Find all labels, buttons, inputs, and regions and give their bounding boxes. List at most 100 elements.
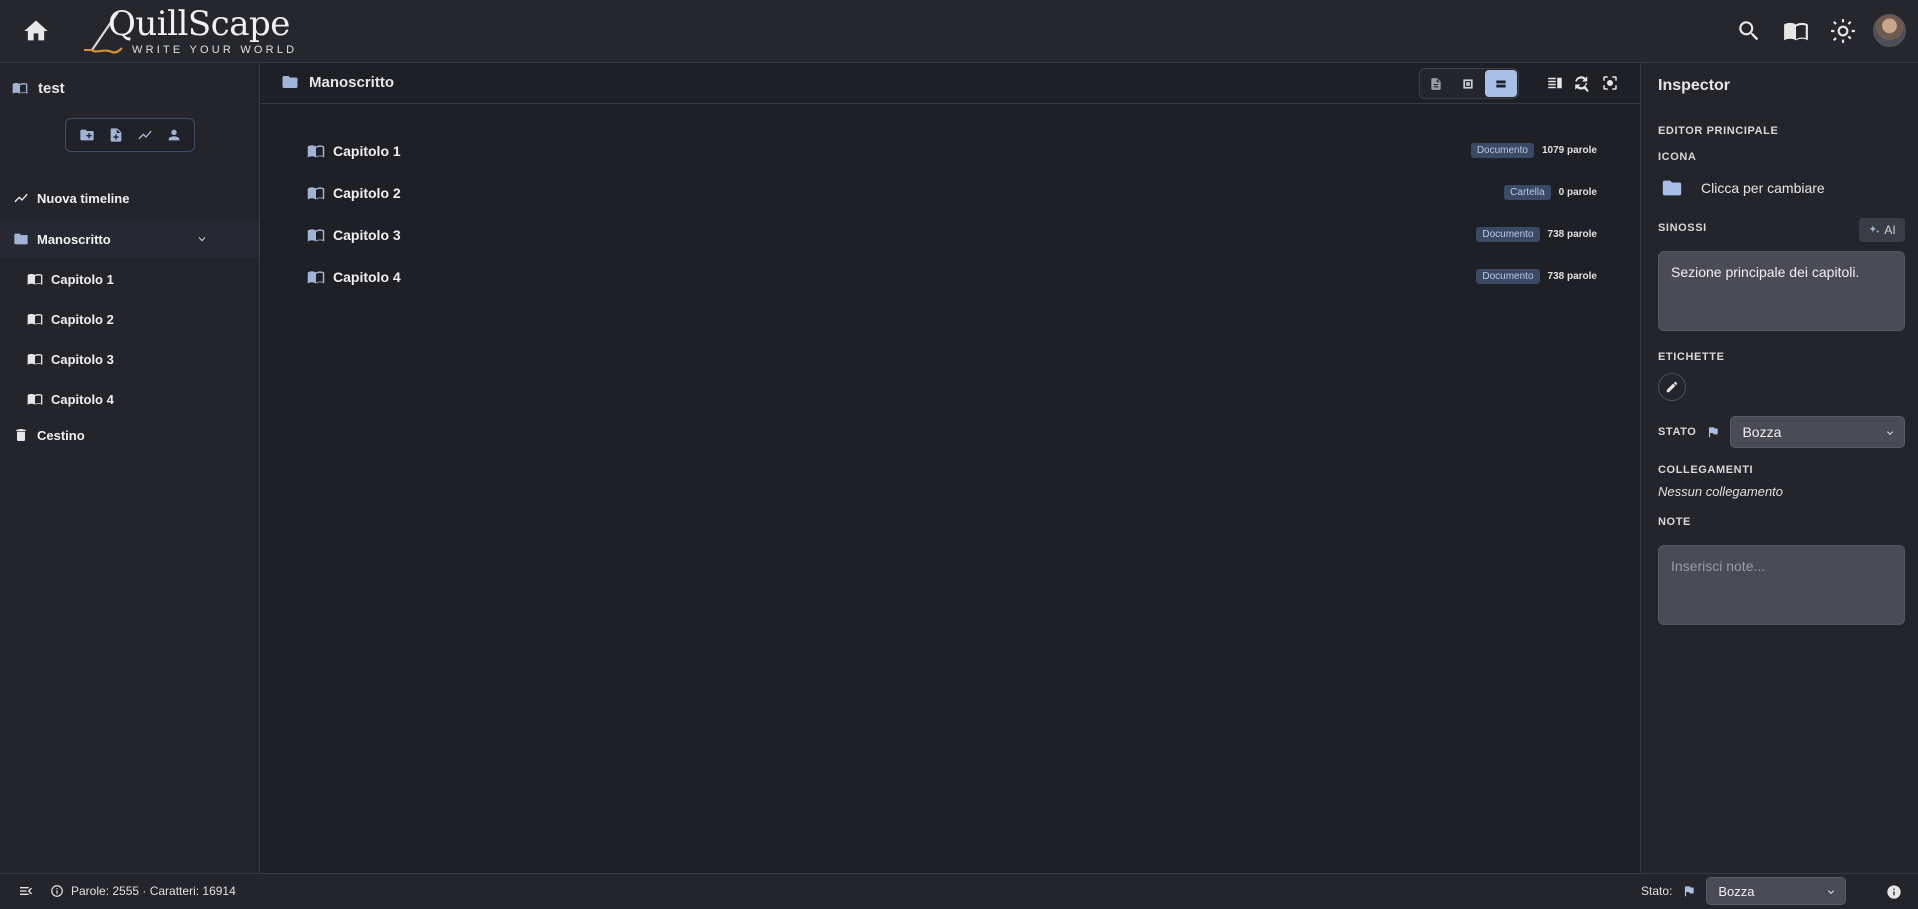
- sidebar-item-label: Manoscritto: [37, 231, 111, 247]
- trash-icon: [16, 429, 26, 441]
- icon-picker[interactable]: Clicca per cambiare: [1661, 177, 1825, 199]
- list-item[interactable]: Capitolo 4 Documento 738 parole: [307, 263, 1597, 291]
- collapse-sidebar-icon[interactable]: [18, 883, 34, 899]
- sidebar-item-manoscritto[interactable]: Manoscritto: [0, 220, 259, 258]
- sidebar-item-cestino[interactable]: Cestino: [0, 416, 259, 454]
- sidebar-item-label: Cestino: [37, 427, 85, 443]
- book-icon: [27, 274, 43, 285]
- sidebar-item-nuova-timeline[interactable]: Nuova timeline: [0, 179, 259, 217]
- chevron-down-icon: [1828, 890, 1835, 894]
- book-icon: [27, 394, 43, 405]
- document-title: Capitolo 3: [333, 227, 401, 243]
- type-badge: Cartella: [1504, 185, 1551, 200]
- word-count: 738 parole: [1547, 229, 1597, 240]
- notes-field[interactable]: Inserisci note...: [1658, 545, 1905, 625]
- focus-mode-icon[interactable]: [1601, 74, 1619, 92]
- ai-button-label: AI: [1884, 223, 1896, 237]
- footer-left: Parole: 2555 · Caratteri: 16914: [18, 883, 236, 899]
- notes-label: NOTE: [1658, 516, 1691, 528]
- project-title: test: [12, 77, 65, 99]
- status-select[interactable]: Bozza: [1730, 416, 1906, 448]
- sidebar-item-label: Capitolo 4: [51, 391, 114, 407]
- links-empty-text: Nessun collegamento: [1658, 484, 1784, 499]
- document-title: Capitolo 4: [333, 269, 401, 285]
- footer-status-label: Stato:: [1641, 884, 1673, 898]
- list-item[interactable]: Capitolo 3 Documento 738 parole: [307, 221, 1597, 249]
- sidebar-item-label: Nuova timeline: [37, 190, 130, 206]
- word-count: 0 parole: [1558, 187, 1597, 198]
- book-icon: [27, 314, 43, 325]
- document-title: Capitolo 1: [333, 143, 401, 159]
- synopsis-field[interactable]: Sezione principale dei capitoli.: [1658, 251, 1905, 331]
- inspector-panel: Inspector EDITOR PRINCIPALE ICONA Clicca…: [1640, 63, 1918, 873]
- icon-change-text: Clicca per cambiare: [1701, 180, 1825, 196]
- sidebar-toolbar: [65, 118, 195, 152]
- links-label: COLLEGAMENTI: [1658, 464, 1754, 476]
- type-badge: Documento: [1470, 143, 1534, 158]
- sun-icon[interactable]: [1830, 18, 1856, 44]
- chevron-down-icon[interactable]: [195, 232, 209, 246]
- list-item[interactable]: Capitolo 1 Documento 1079 parole: [307, 137, 1597, 165]
- logo-tagline: WRITE YOUR WORLD: [132, 44, 298, 56]
- book-icon: [12, 83, 28, 94]
- book-icon: [307, 229, 325, 242]
- footer-status-select[interactable]: Bozza: [1706, 877, 1847, 905]
- sidebar-item-label: Capitolo 3: [51, 351, 114, 367]
- project-title-text: test: [38, 79, 65, 97]
- main-panel: Manoscritto Capitolo 1 Documento 1079 pa…: [261, 63, 1640, 873]
- synopsis-label: SINOSSI: [1658, 222, 1707, 234]
- footer-status-value: Bozza: [1718, 883, 1755, 899]
- book-open-icon[interactable]: [1783, 18, 1809, 44]
- search-icon[interactable]: [1736, 18, 1762, 44]
- list-item[interactable]: Capitolo 2 Cartella 0 parole: [307, 179, 1597, 207]
- section-editor-label: EDITOR PRINCIPALE: [1658, 125, 1779, 137]
- timeline-icon[interactable]: [136, 126, 154, 144]
- person-icon[interactable]: [165, 126, 183, 144]
- sidebar-item-capitolo-3[interactable]: Capitolo 3: [0, 340, 259, 378]
- book-icon: [27, 354, 43, 365]
- info-icon[interactable]: [1886, 884, 1902, 900]
- edit-tags-button[interactable]: [1658, 373, 1686, 401]
- pencil-icon: [1666, 381, 1678, 393]
- status-label: STATO: [1658, 426, 1697, 438]
- status-select-value: Bozza: [1742, 424, 1782, 440]
- grid-view-icon[interactable]: [1452, 69, 1484, 98]
- chevron-down-icon: [1887, 431, 1894, 435]
- new-folder-icon[interactable]: [78, 126, 96, 144]
- logo-wordmark: QuillScape: [108, 4, 290, 44]
- folder-icon: [282, 76, 298, 88]
- type-badge: Documento: [1476, 269, 1540, 284]
- ai-button[interactable]: AI: [1859, 218, 1905, 242]
- sidebar-item-capitolo-2[interactable]: Capitolo 2: [0, 300, 259, 338]
- avatar[interactable]: [1873, 14, 1906, 47]
- sidebar-item-capitolo-1[interactable]: Capitolo 1: [0, 260, 259, 298]
- sidebar: test Nuova timeline Manoscritto Capitolo…: [0, 63, 260, 873]
- stats-text: Parole: 2555 · Caratteri: 16914: [71, 884, 236, 898]
- info-outline-icon: [51, 885, 63, 897]
- document-meta: Documento 1079 parole: [1470, 143, 1597, 158]
- book-icon: [307, 271, 325, 284]
- book-icon: [307, 187, 325, 200]
- sidebar-item-label: Capitolo 1: [51, 271, 114, 287]
- document-view-icon[interactable]: [1420, 69, 1452, 98]
- document-title: Capitolo 2: [333, 185, 401, 201]
- folder-icon: [1662, 180, 1682, 196]
- view-mode-toggle: [1419, 68, 1519, 99]
- app-logo[interactable]: QuillScape WRITE YOUR WORLD: [82, 4, 294, 58]
- sidebar-item-capitolo-4[interactable]: Capitolo 4: [0, 380, 259, 418]
- word-count: 738 parole: [1547, 271, 1597, 282]
- find-replace-icon[interactable]: [1573, 74, 1591, 92]
- top-bar: QuillScape WRITE YOUR WORLD: [0, 0, 1918, 63]
- icon-label: ICONA: [1658, 151, 1697, 163]
- inspector-title: Inspector: [1658, 77, 1731, 94]
- footer-status: Stato: Bozza: [1641, 877, 1847, 905]
- home-icon[interactable]: [22, 17, 50, 45]
- split-view-icon[interactable]: [1546, 74, 1564, 92]
- page-title-text: Manoscritto: [309, 73, 395, 91]
- status-bar: Parole: 2555 · Caratteri: 16914 Stato: B…: [0, 873, 1918, 909]
- book-icon: [307, 145, 325, 158]
- timeline-icon: [14, 193, 28, 203]
- list-view-icon[interactable]: [1485, 70, 1517, 97]
- new-document-icon[interactable]: [107, 126, 125, 144]
- tags-label: ETICHETTE: [1658, 351, 1725, 363]
